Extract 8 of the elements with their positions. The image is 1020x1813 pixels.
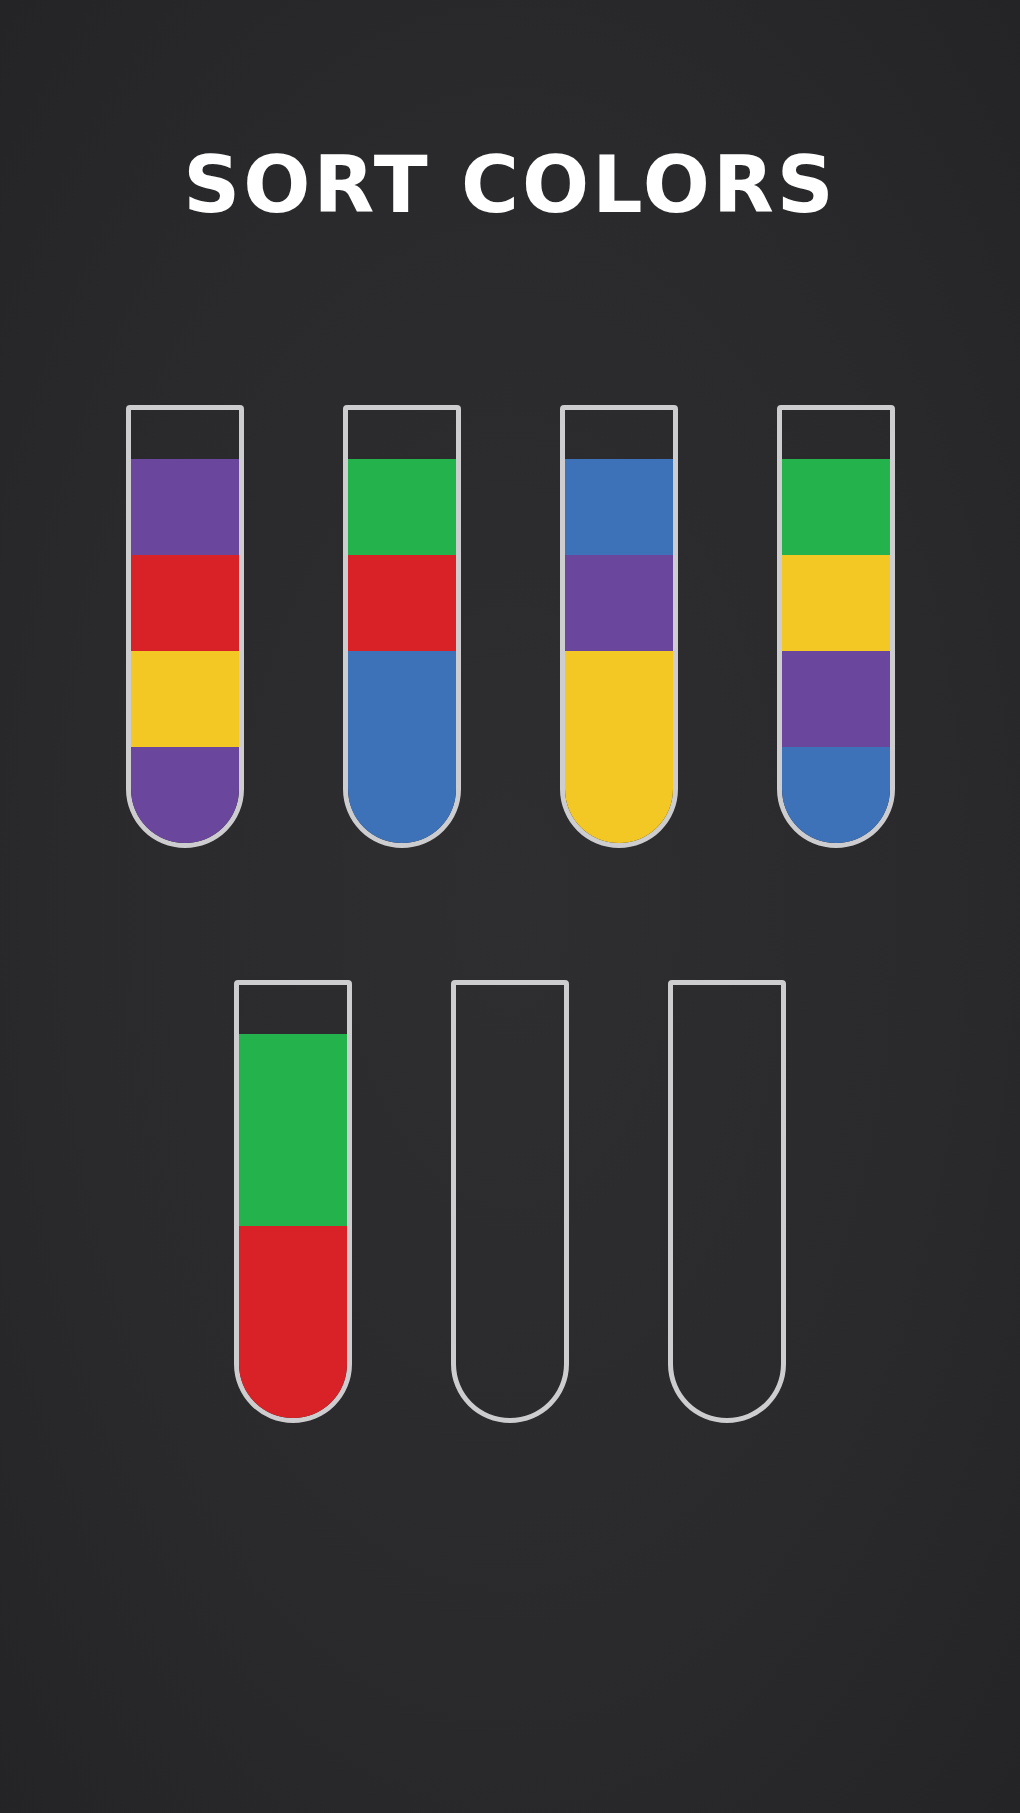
test-tube[interactable] xyxy=(668,980,786,1423)
test-tube[interactable] xyxy=(451,980,569,1423)
screen-title: SORT COLORS xyxy=(183,138,837,233)
test-tube[interactable] xyxy=(559,405,678,848)
test-tube[interactable] xyxy=(234,980,352,1423)
test-tube[interactable] xyxy=(776,405,895,848)
test-tube[interactable] xyxy=(342,405,461,848)
test-tube[interactable] xyxy=(125,405,244,848)
